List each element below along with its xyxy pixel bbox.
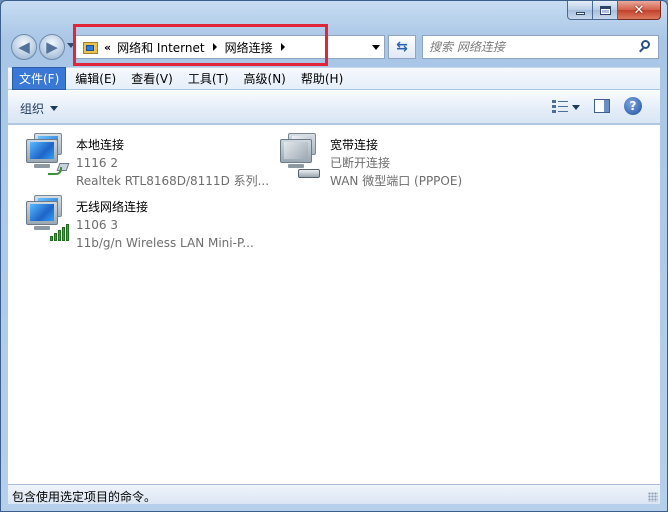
organize-label: 组织 xyxy=(20,102,45,116)
command-bar: 组织 ? xyxy=(8,90,660,124)
menu-view[interactable]: 查看(V) xyxy=(125,68,179,89)
minimize-button[interactable] xyxy=(567,1,593,20)
connection-name: 宽带连接 xyxy=(330,138,379,152)
preview-pane-icon[interactable] xyxy=(594,99,610,113)
maximize-icon xyxy=(599,5,611,15)
connection-status: 1106 3 xyxy=(76,218,118,232)
close-button[interactable]: ✕ xyxy=(618,1,661,20)
explorer-window: ✕ ◀ ▶ « 网络和 Internet 网络连接 ⇆ 搜索 网络连接 文件(F… xyxy=(0,0,668,512)
connection-device: WAN 微型端口 (PPPOE) xyxy=(330,174,463,188)
connection-item-wireless[interactable]: 无线网络连接 1106 3 11b/g/n Wireless LAN Mini-… xyxy=(22,195,254,252)
help-icon[interactable]: ? xyxy=(624,97,642,115)
back-button[interactable]: ◀ xyxy=(11,34,37,60)
signal-bars-icon xyxy=(50,223,70,241)
connection-item-local[interactable]: 本地连接 1116 2 Realtek RTL8168D/8111D 系列... xyxy=(22,133,269,190)
breadcrumb-network-internet[interactable]: 网络和 Internet xyxy=(115,39,206,56)
refresh-icon: ⇆ xyxy=(396,39,408,55)
arrow-right-icon: ▶ xyxy=(46,38,58,56)
status-text: 包含使用选定项目的命令。 xyxy=(12,490,157,504)
breadcrumb-arrow-icon[interactable] xyxy=(212,43,217,51)
address-dropdown-icon[interactable] xyxy=(372,45,380,50)
connection-status: 1116 2 xyxy=(76,156,118,170)
status-bar: 包含使用选定项目的命令。 xyxy=(8,484,660,504)
resize-grip-icon[interactable] xyxy=(648,492,658,502)
broadband-network-icon xyxy=(276,133,324,181)
arrow-left-icon: ◀ xyxy=(18,38,30,56)
menu-tools[interactable]: 工具(T) xyxy=(182,68,235,89)
connection-name: 本地连接 xyxy=(76,138,125,152)
connection-status: 已断开连接 xyxy=(330,156,391,170)
refresh-button[interactable]: ⇆ xyxy=(388,35,416,59)
connection-name: 无线网络连接 xyxy=(76,200,149,214)
menu-help[interactable]: 帮助(H) xyxy=(295,68,349,89)
network-folder-icon xyxy=(82,39,100,55)
search-box[interactable] xyxy=(422,35,659,59)
connections-list: 本地连接 1116 2 Realtek RTL8168D/8111D 系列...… xyxy=(8,125,660,484)
search-icon[interactable] xyxy=(638,40,652,54)
address-bar[interactable]: « 网络和 Internet 网络连接 xyxy=(75,35,385,59)
search-input[interactable] xyxy=(429,40,629,54)
connection-device: 11b/g/n Wireless LAN Mini-P... xyxy=(76,236,254,250)
minimize-icon xyxy=(575,11,585,15)
menu-advanced[interactable]: 高级(N) xyxy=(238,68,292,89)
view-options-dropdown[interactable] xyxy=(572,105,580,110)
organize-button[interactable]: 组织 xyxy=(20,100,59,117)
menu-edit[interactable]: 编辑(E) xyxy=(69,68,122,89)
caption-buttons: ✕ xyxy=(567,1,661,21)
maximize-button[interactable] xyxy=(593,1,618,20)
breadcrumb-network-connections[interactable]: 网络连接 xyxy=(223,39,275,56)
connection-device: Realtek RTL8168D/8111D 系列... xyxy=(76,174,270,188)
close-icon: ✕ xyxy=(633,2,645,18)
forward-button[interactable]: ▶ xyxy=(39,34,65,60)
chevron-down-icon xyxy=(50,106,59,111)
recent-pages-dropdown[interactable] xyxy=(67,43,75,48)
menu-file[interactable]: 文件(F) xyxy=(12,67,67,90)
connection-item-broadband[interactable]: 宽带连接 已断开连接 WAN 微型端口 (PPPOE) xyxy=(276,133,462,190)
menu-bar: 文件(F) 编辑(E) 查看(V) 工具(T) 高级(N) 帮助(H) xyxy=(8,67,660,90)
breadcrumb-arrow-icon[interactable] xyxy=(280,43,285,51)
wireless-network-icon xyxy=(22,195,70,243)
wired-network-icon xyxy=(22,133,70,181)
navigation-row: ◀ ▶ « 网络和 Internet 网络连接 ⇆ xyxy=(9,32,659,62)
breadcrumb-overflow[interactable]: « xyxy=(104,41,111,54)
change-view-icon[interactable] xyxy=(552,100,568,114)
